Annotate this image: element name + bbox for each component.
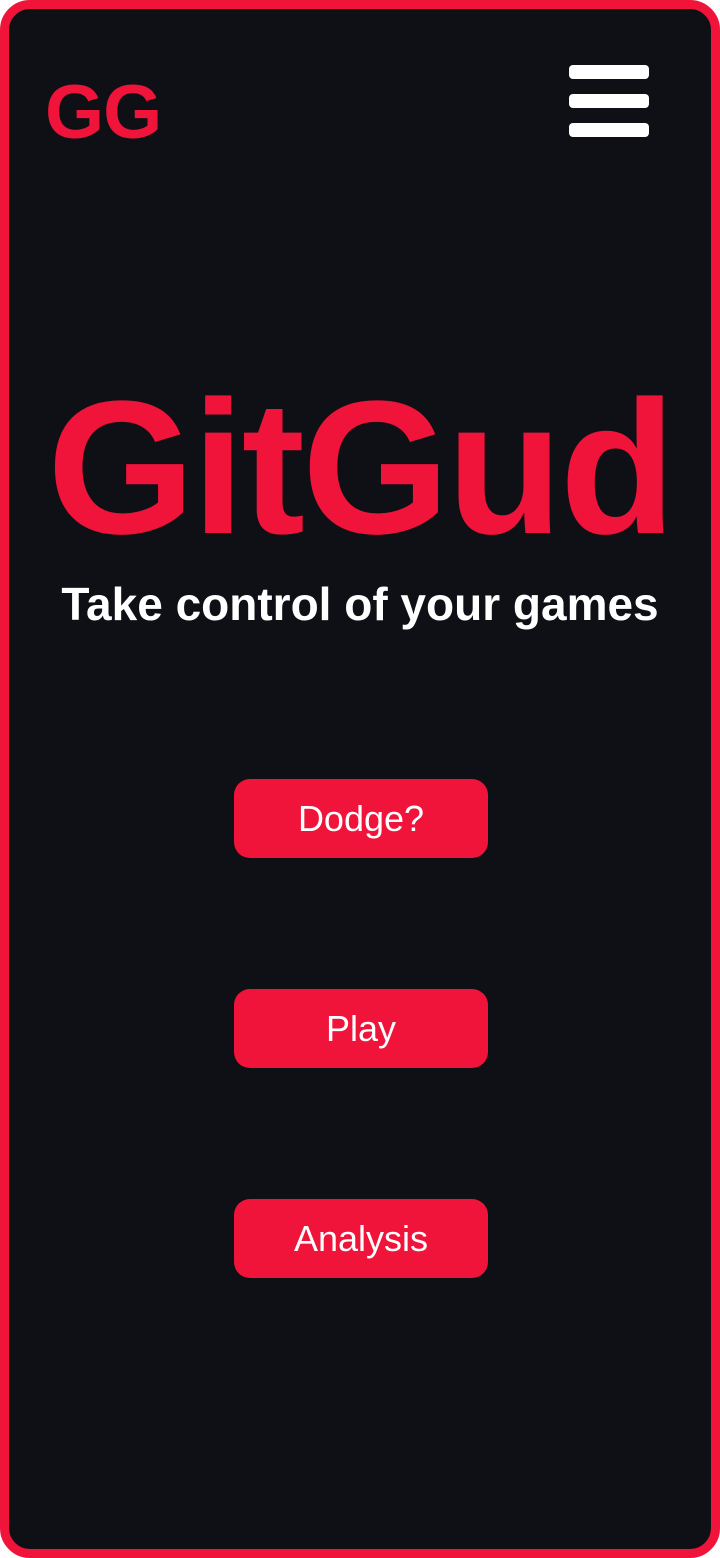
hero-subtitle: Take control of your games — [61, 578, 659, 630]
hamburger-menu-icon[interactable] — [565, 61, 649, 137]
menu-bar-middle — [569, 94, 649, 108]
app-logo[interactable]: GG — [45, 75, 162, 151]
analysis-button[interactable]: Analysis — [234, 1199, 488, 1278]
dodge-button[interactable]: Dodge? — [234, 779, 488, 858]
play-button[interactable]: Play — [234, 989, 488, 1068]
hero-title: GitGud — [47, 362, 676, 574]
menu-bar-top — [569, 65, 649, 79]
app-screen: GG GitGud Take control of your games Dod… — [0, 0, 720, 1558]
menu-bar-bottom — [569, 123, 649, 137]
